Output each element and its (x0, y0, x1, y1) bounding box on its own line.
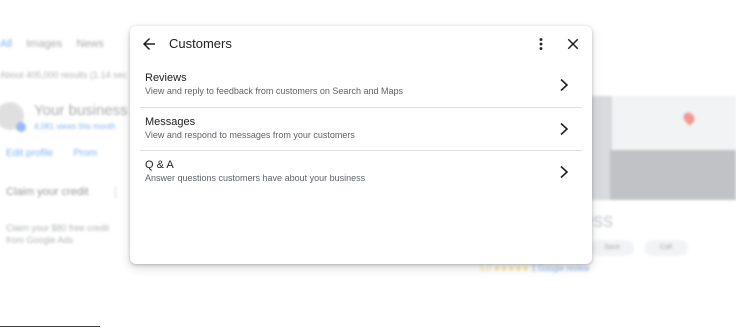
search-tabs: All Images News (0, 38, 104, 50)
chevron-right-icon (560, 122, 569, 136)
results-count: About 405,000 results (1.14 sec (0, 70, 128, 80)
menu-item-messages[interactable]: Messages View and respond to messages fr… (140, 107, 582, 150)
promote-link: Prom (73, 148, 98, 159)
menu-item-description: View and respond to messages from your c… (145, 130, 355, 140)
call-button: Call (644, 240, 688, 256)
menu-item-title: Q & A (145, 159, 174, 171)
divider (0, 326, 100, 327)
rating: 5.0 ★★★★★ 1 Google review (480, 264, 589, 273)
page: All Images News About 405,000 results (1… (0, 0, 736, 328)
menu-item-title: Messages (145, 116, 196, 128)
edit-profile-link: Edit profile (6, 148, 54, 159)
close-button[interactable] (564, 35, 582, 53)
back-button[interactable] (140, 35, 158, 53)
profile-actions: Edit profile Prom (6, 148, 97, 159)
chevron-right-icon (560, 78, 569, 92)
menu-list: Reviews View and reply to feedback from … (140, 64, 582, 193)
side-buttons: Save Call (590, 240, 688, 256)
menu-item-description: Answer questions customers have about yo… (145, 173, 366, 183)
tab-all: All (0, 38, 13, 50)
credit-more-icon: ⋮ (110, 187, 121, 199)
customers-dialog: Customers Reviews View and reply to feed… (130, 26, 592, 264)
menu-item-title: Reviews (145, 72, 187, 84)
chevron-right-icon (560, 165, 569, 179)
rating-stars: 5.0 ★★★★★ (480, 264, 530, 273)
more-vert-icon (539, 38, 543, 50)
map-thumbnail (612, 96, 736, 150)
tab-news: News (76, 38, 104, 50)
menu-item-qa[interactable]: Q & A Answer questions customers have ab… (140, 150, 582, 193)
save-button: Save (590, 240, 634, 256)
rating-link: 1 Google review (531, 264, 590, 273)
more-options-button[interactable] (532, 35, 550, 53)
views-text: 4,081 views this month (34, 122, 116, 131)
credit-description: Claim your $80 free credit from Google A… (6, 223, 110, 245)
close-icon (567, 38, 579, 50)
tab-images: Images (26, 38, 63, 50)
menu-item-description: View and reply to feedback from customer… (145, 86, 403, 96)
dialog-title: Customers (169, 36, 232, 51)
arrow-back-icon (143, 38, 155, 50)
credit-title: Claim your credit (6, 186, 89, 198)
menu-item-reviews[interactable]: Reviews View and reply to feedback from … (140, 64, 582, 107)
verified-icon (16, 122, 26, 132)
dialog-header: Customers (130, 26, 592, 62)
business-title: Your business o (34, 102, 141, 119)
